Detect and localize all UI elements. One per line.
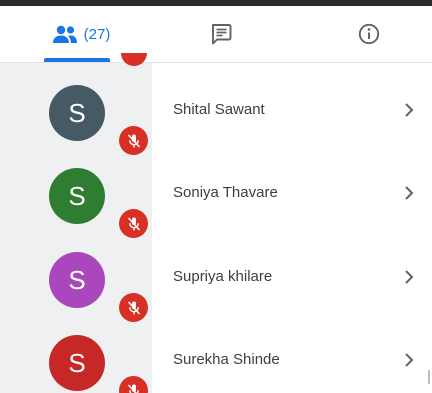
participant-name: Soniya Thavare (173, 184, 278, 201)
avatar-initial: S (68, 97, 86, 128)
mic-off-icon (127, 216, 140, 231)
mic-off-badge (119, 293, 148, 322)
participant-row[interactable]: S Shital Sawant (0, 85, 432, 169)
chevron-right-icon[interactable] (403, 102, 415, 118)
mic-off-icon (127, 300, 140, 315)
avatar-initial: S (68, 264, 86, 295)
mic-off-icon (127, 383, 139, 393)
avatar-initial: S (68, 347, 86, 378)
chat-icon (211, 24, 232, 45)
participant-row[interactable]: S Supriya khilare (0, 252, 432, 336)
mic-off-icon (127, 133, 140, 148)
participant-row[interactable]: S Soniya Thavare (0, 168, 432, 252)
participant-name: Supriya khilare (173, 268, 273, 285)
tab-people[interactable]: (27) (38, 6, 124, 62)
participant-name: Surekha Shinde (173, 351, 280, 368)
participant-row[interactable]: S Surekha Shinde (0, 335, 432, 393)
avatar: S (49, 168, 105, 224)
avatar: S (49, 335, 105, 391)
tab-info[interactable] (344, 6, 394, 62)
chevron-right-icon[interactable] (403, 269, 415, 285)
people-icon (52, 25, 77, 43)
active-tab-indicator (44, 58, 110, 62)
mic-off-badge (119, 209, 148, 238)
tab-chat[interactable] (196, 6, 246, 62)
mic-off-badge (119, 126, 148, 155)
info-icon (358, 23, 380, 45)
scrollbar[interactable] (428, 370, 430, 384)
avatar-initial: S (68, 180, 86, 211)
tab-bar: (27) (0, 6, 432, 63)
participant-name: Shital Sawant (173, 101, 265, 118)
avatar: S (49, 85, 105, 141)
avatar: S (49, 252, 105, 308)
participant-count: (27) (83, 25, 111, 43)
chevron-right-icon[interactable] (403, 352, 415, 368)
chevron-right-icon[interactable] (403, 185, 415, 201)
mic-off-badge (119, 376, 148, 393)
